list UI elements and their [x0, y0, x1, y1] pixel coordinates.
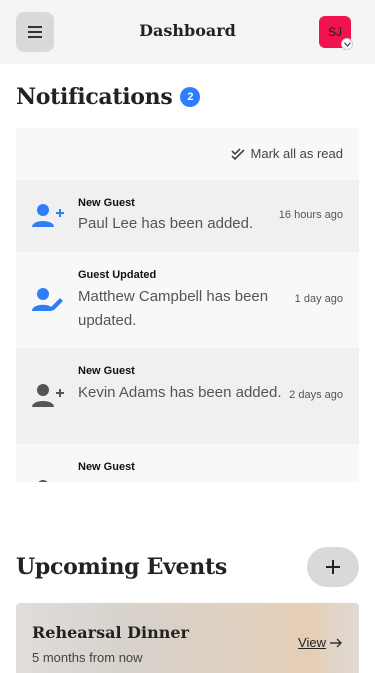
plus-icon — [326, 560, 340, 574]
notification-item[interactable]: New Guest Kevin Adams has been added. 2 … — [16, 348, 359, 444]
user-plus-icon — [32, 203, 64, 229]
user-edit-icon — [32, 287, 64, 313]
notification-type: New Guest — [78, 365, 135, 377]
notification-time: 16 hours ago — [278, 209, 343, 221]
double-check-icon — [230, 147, 245, 160]
event-card[interactable]: Rehearsal Dinner 5 months from now View — [16, 603, 359, 673]
notifications-panel: Mark all as read New Guest Paul Lee has … — [16, 128, 359, 482]
mark-all-read-button[interactable]: Mark all as read — [230, 146, 343, 161]
notification-time: 2 days ago — [289, 389, 343, 401]
top-app-bar: Dashboard SJ — [0, 0, 375, 64]
notification-item[interactable]: New Guest Paul Lee has been added. 16 ho… — [16, 180, 359, 252]
add-event-button[interactable] — [307, 547, 359, 587]
view-event-link[interactable]: View — [298, 635, 343, 650]
user-plus-icon — [32, 383, 64, 409]
notification-type: Guest Updated — [78, 269, 157, 281]
notification-message: Paul Lee has been added. — [78, 215, 254, 232]
notification-time: 1 day ago — [294, 293, 343, 305]
event-time: 5 months from now — [32, 650, 143, 665]
user-plus-icon — [32, 479, 64, 482]
notifications-count-badge: 2 — [180, 87, 201, 107]
chevron-down-icon[interactable] — [341, 38, 353, 50]
notification-type: New Guest — [78, 461, 135, 473]
notification-message: Matthew Campbell has been updated. — [78, 288, 269, 329]
upcoming-events-title: Upcoming Events — [16, 554, 227, 580]
notifications-header: Notifications 2 — [16, 84, 201, 110]
notification-type: New Guest — [78, 197, 135, 209]
notification-item[interactable]: Guest Updated Matthew Campbell has been … — [16, 252, 359, 348]
view-event-label: View — [298, 635, 326, 650]
mark-all-read-label: Mark all as read — [250, 146, 343, 161]
event-name: Rehearsal Dinner — [32, 623, 189, 642]
notifications-title: Notifications — [16, 84, 173, 110]
arrow-right-icon — [330, 638, 342, 647]
notification-message: Kevin Adams has been added. — [78, 384, 282, 401]
notification-item[interactable]: New Guest — [16, 444, 359, 482]
